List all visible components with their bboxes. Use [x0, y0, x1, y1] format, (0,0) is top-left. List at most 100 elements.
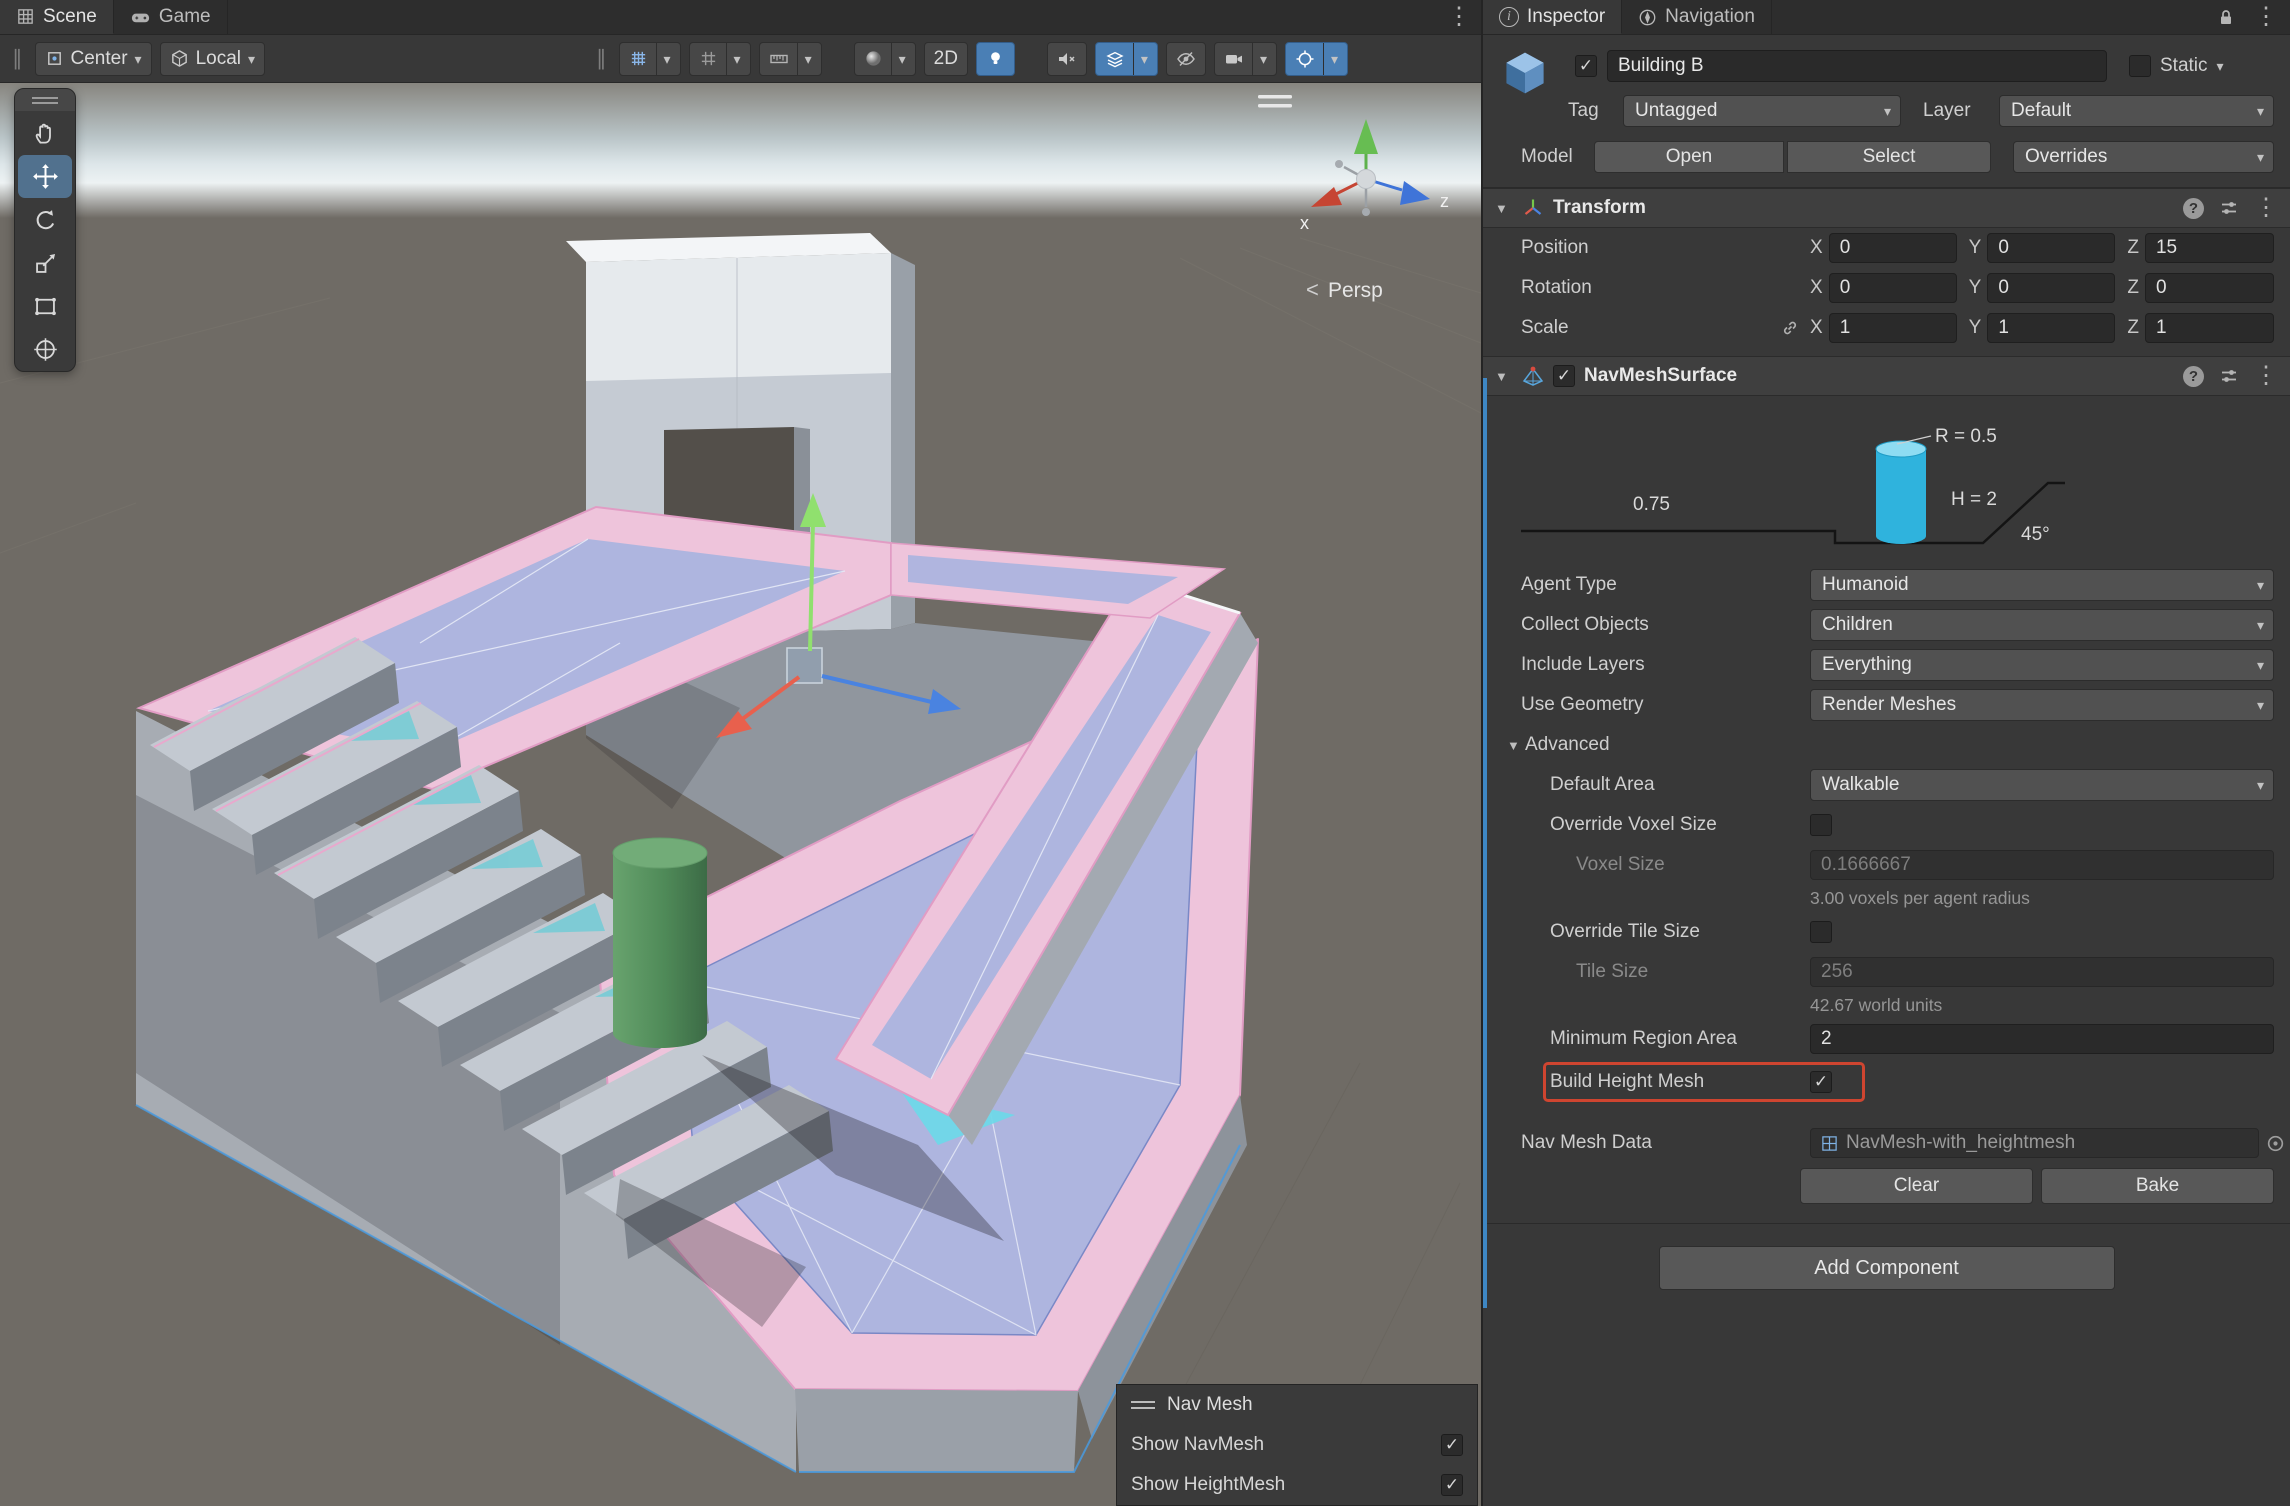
audio-toggle-button[interactable]: [1047, 42, 1087, 76]
camera-settings-button[interactable]: [1214, 42, 1277, 76]
move-tool-button[interactable]: [18, 155, 72, 198]
tile-help-row: 42.67 world units: [1483, 992, 2290, 1019]
override-voxel-checkbox[interactable]: [1810, 814, 1832, 836]
rotation-x-field[interactable]: 0: [1829, 273, 1957, 303]
model-open-button[interactable]: Open: [1594, 141, 1784, 173]
overrides-dropdown[interactable]: Overrides: [2013, 141, 2274, 173]
scale-tool-button[interactable]: [15, 242, 75, 285]
navmeshsurface-component-header[interactable]: NavMeshSurface: [1483, 356, 2290, 396]
navmesh-panel-header[interactable]: Nav Mesh: [1117, 1385, 1477, 1425]
nav-mesh-data-field[interactable]: NavMesh-with_heightmesh: [1810, 1128, 2259, 1158]
foldout-icon[interactable]: [1495, 201, 1513, 216]
use-geometry-dropdown[interactable]: Render Meshes: [1810, 689, 2274, 721]
chevron-down-icon[interactable]: [1323, 43, 1338, 75]
tag-dropdown[interactable]: Untagged: [1623, 95, 1901, 127]
model-select-button[interactable]: Select: [1787, 141, 1991, 173]
object-picker-icon[interactable]: [2265, 1133, 2286, 1154]
static-checkbox[interactable]: [2129, 55, 2151, 77]
rotation-z-field[interactable]: 0: [2145, 273, 2274, 303]
model-label: Model: [1521, 146, 1594, 168]
show-navmesh-row: Show NavMesh: [1117, 1425, 1477, 1465]
snap-settings-button[interactable]: [759, 42, 822, 76]
agent-step-label: 0.75: [1633, 494, 1670, 515]
include-layers-dropdown[interactable]: Everything: [1810, 649, 2274, 681]
build-height-mesh-checkbox[interactable]: [1810, 1071, 1832, 1093]
tools-overlay-palette: [14, 88, 76, 372]
layer-label: Layer: [1923, 100, 1999, 122]
tab-navigation[interactable]: Navigation: [1622, 0, 1772, 34]
tool-handle-rotation-button[interactable]: Local: [160, 42, 265, 76]
navmeshsurface-enabled-checkbox[interactable]: [1553, 365, 1575, 387]
chevron-down-icon: [248, 52, 255, 66]
scale-x-field[interactable]: 1: [1829, 313, 1957, 343]
foldout-icon[interactable]: [1495, 369, 1513, 384]
add-component-button[interactable]: Add Component: [1659, 1246, 2115, 1290]
show-navmesh-checkbox[interactable]: [1441, 1434, 1463, 1456]
chevron-down-icon[interactable]: [1252, 43, 1267, 75]
cylinder-obstacle[interactable]: [613, 838, 707, 1048]
min-region-row: Minimum Region Area 2: [1483, 1019, 2290, 1059]
view-hand-tool-button[interactable]: [15, 111, 75, 154]
inspector-menu-icon[interactable]: [2254, 5, 2278, 29]
clear-button[interactable]: Clear: [1800, 1168, 2033, 1204]
component-menu-icon[interactable]: [2254, 364, 2278, 388]
palette-drag-handle[interactable]: [15, 89, 75, 111]
min-region-field[interactable]: 2: [1810, 1024, 2274, 1054]
tab-inspector[interactable]: Inspector: [1483, 0, 1622, 34]
default-area-dropdown[interactable]: Walkable: [1810, 769, 2274, 801]
help-icon[interactable]: [2183, 198, 2204, 219]
scale-y-field[interactable]: 1: [1987, 313, 2115, 343]
agent-type-dropdown[interactable]: Humanoid: [1810, 569, 2274, 601]
show-heightmesh-checkbox[interactable]: [1441, 1474, 1463, 1496]
help-icon[interactable]: [2183, 366, 2204, 387]
grid-visibility-button[interactable]: [619, 42, 681, 76]
collect-objects-dropdown[interactable]: Children: [1810, 609, 2274, 641]
transform-component-header[interactable]: Transform: [1483, 188, 2290, 228]
scene-tabstrip-menu-icon[interactable]: [1447, 5, 1471, 29]
presets-icon[interactable]: [2219, 366, 2239, 386]
effects-toggle-button[interactable]: [1095, 42, 1158, 76]
link-constrain-icon[interactable]: [1780, 318, 1800, 338]
shading-mode-button[interactable]: [854, 42, 916, 76]
axis-center-icon[interactable]: [1357, 170, 1376, 189]
toolbar-drag-handle-icon[interactable]: [8, 46, 27, 71]
toolbar-drag-handle-icon[interactable]: [592, 46, 611, 71]
lock-icon[interactable]: [2216, 7, 2236, 27]
scene-visibility-button[interactable]: [1166, 42, 1206, 76]
gizmos-toggle-button[interactable]: [1285, 42, 1348, 76]
2d-toggle-button[interactable]: 2D: [924, 42, 968, 76]
chevron-down-icon[interactable]: [797, 43, 812, 75]
position-x-field[interactable]: 0: [1829, 233, 1957, 263]
show-navmesh-label: Show NavMesh: [1131, 1434, 1264, 1456]
scene-viewport[interactable]: x z < Persp: [0, 83, 1481, 1506]
transform-tool-button[interactable]: [15, 328, 75, 371]
gameobject-name-field[interactable]: Building B: [1607, 50, 2107, 82]
tab-scene[interactable]: Scene: [0, 0, 114, 34]
override-tile-checkbox[interactable]: [1810, 921, 1832, 943]
chevron-down-icon[interactable]: [891, 43, 906, 75]
bake-button[interactable]: Bake: [2041, 1168, 2274, 1204]
chevron-down-icon[interactable]: [656, 43, 671, 75]
static-dropdown-icon[interactable]: [2217, 59, 2224, 73]
position-z-field[interactable]: 15: [2145, 233, 2274, 263]
rect-tool-button[interactable]: [15, 285, 75, 328]
chevron-down-icon[interactable]: [1133, 43, 1148, 75]
rotation-y-field[interactable]: 0: [1987, 273, 2115, 303]
tool-handle-position-button[interactable]: Center: [35, 42, 152, 76]
advanced-foldout[interactable]: Advanced: [1483, 725, 2290, 765]
chevron-down-icon: [135, 52, 142, 66]
presets-icon[interactable]: [2219, 198, 2239, 218]
component-menu-icon[interactable]: [2254, 196, 2278, 220]
grid-snapping-button[interactable]: [689, 42, 751, 76]
tab-game[interactable]: Game: [114, 0, 228, 34]
chevron-down-icon[interactable]: [726, 43, 741, 75]
position-y-field[interactable]: 0: [1987, 233, 2115, 263]
lighting-toggle-button[interactable]: [976, 42, 1015, 76]
persp-label[interactable]: Persp: [1328, 279, 1383, 302]
scale-z-field[interactable]: 1: [2145, 313, 2274, 343]
voxel-size-label: Voxel Size: [1483, 854, 1810, 876]
layer-dropdown[interactable]: Default: [1999, 95, 2274, 127]
rect-icon: [32, 293, 59, 320]
gameobject-active-checkbox[interactable]: [1575, 55, 1597, 77]
rotate-tool-button[interactable]: [15, 199, 75, 242]
